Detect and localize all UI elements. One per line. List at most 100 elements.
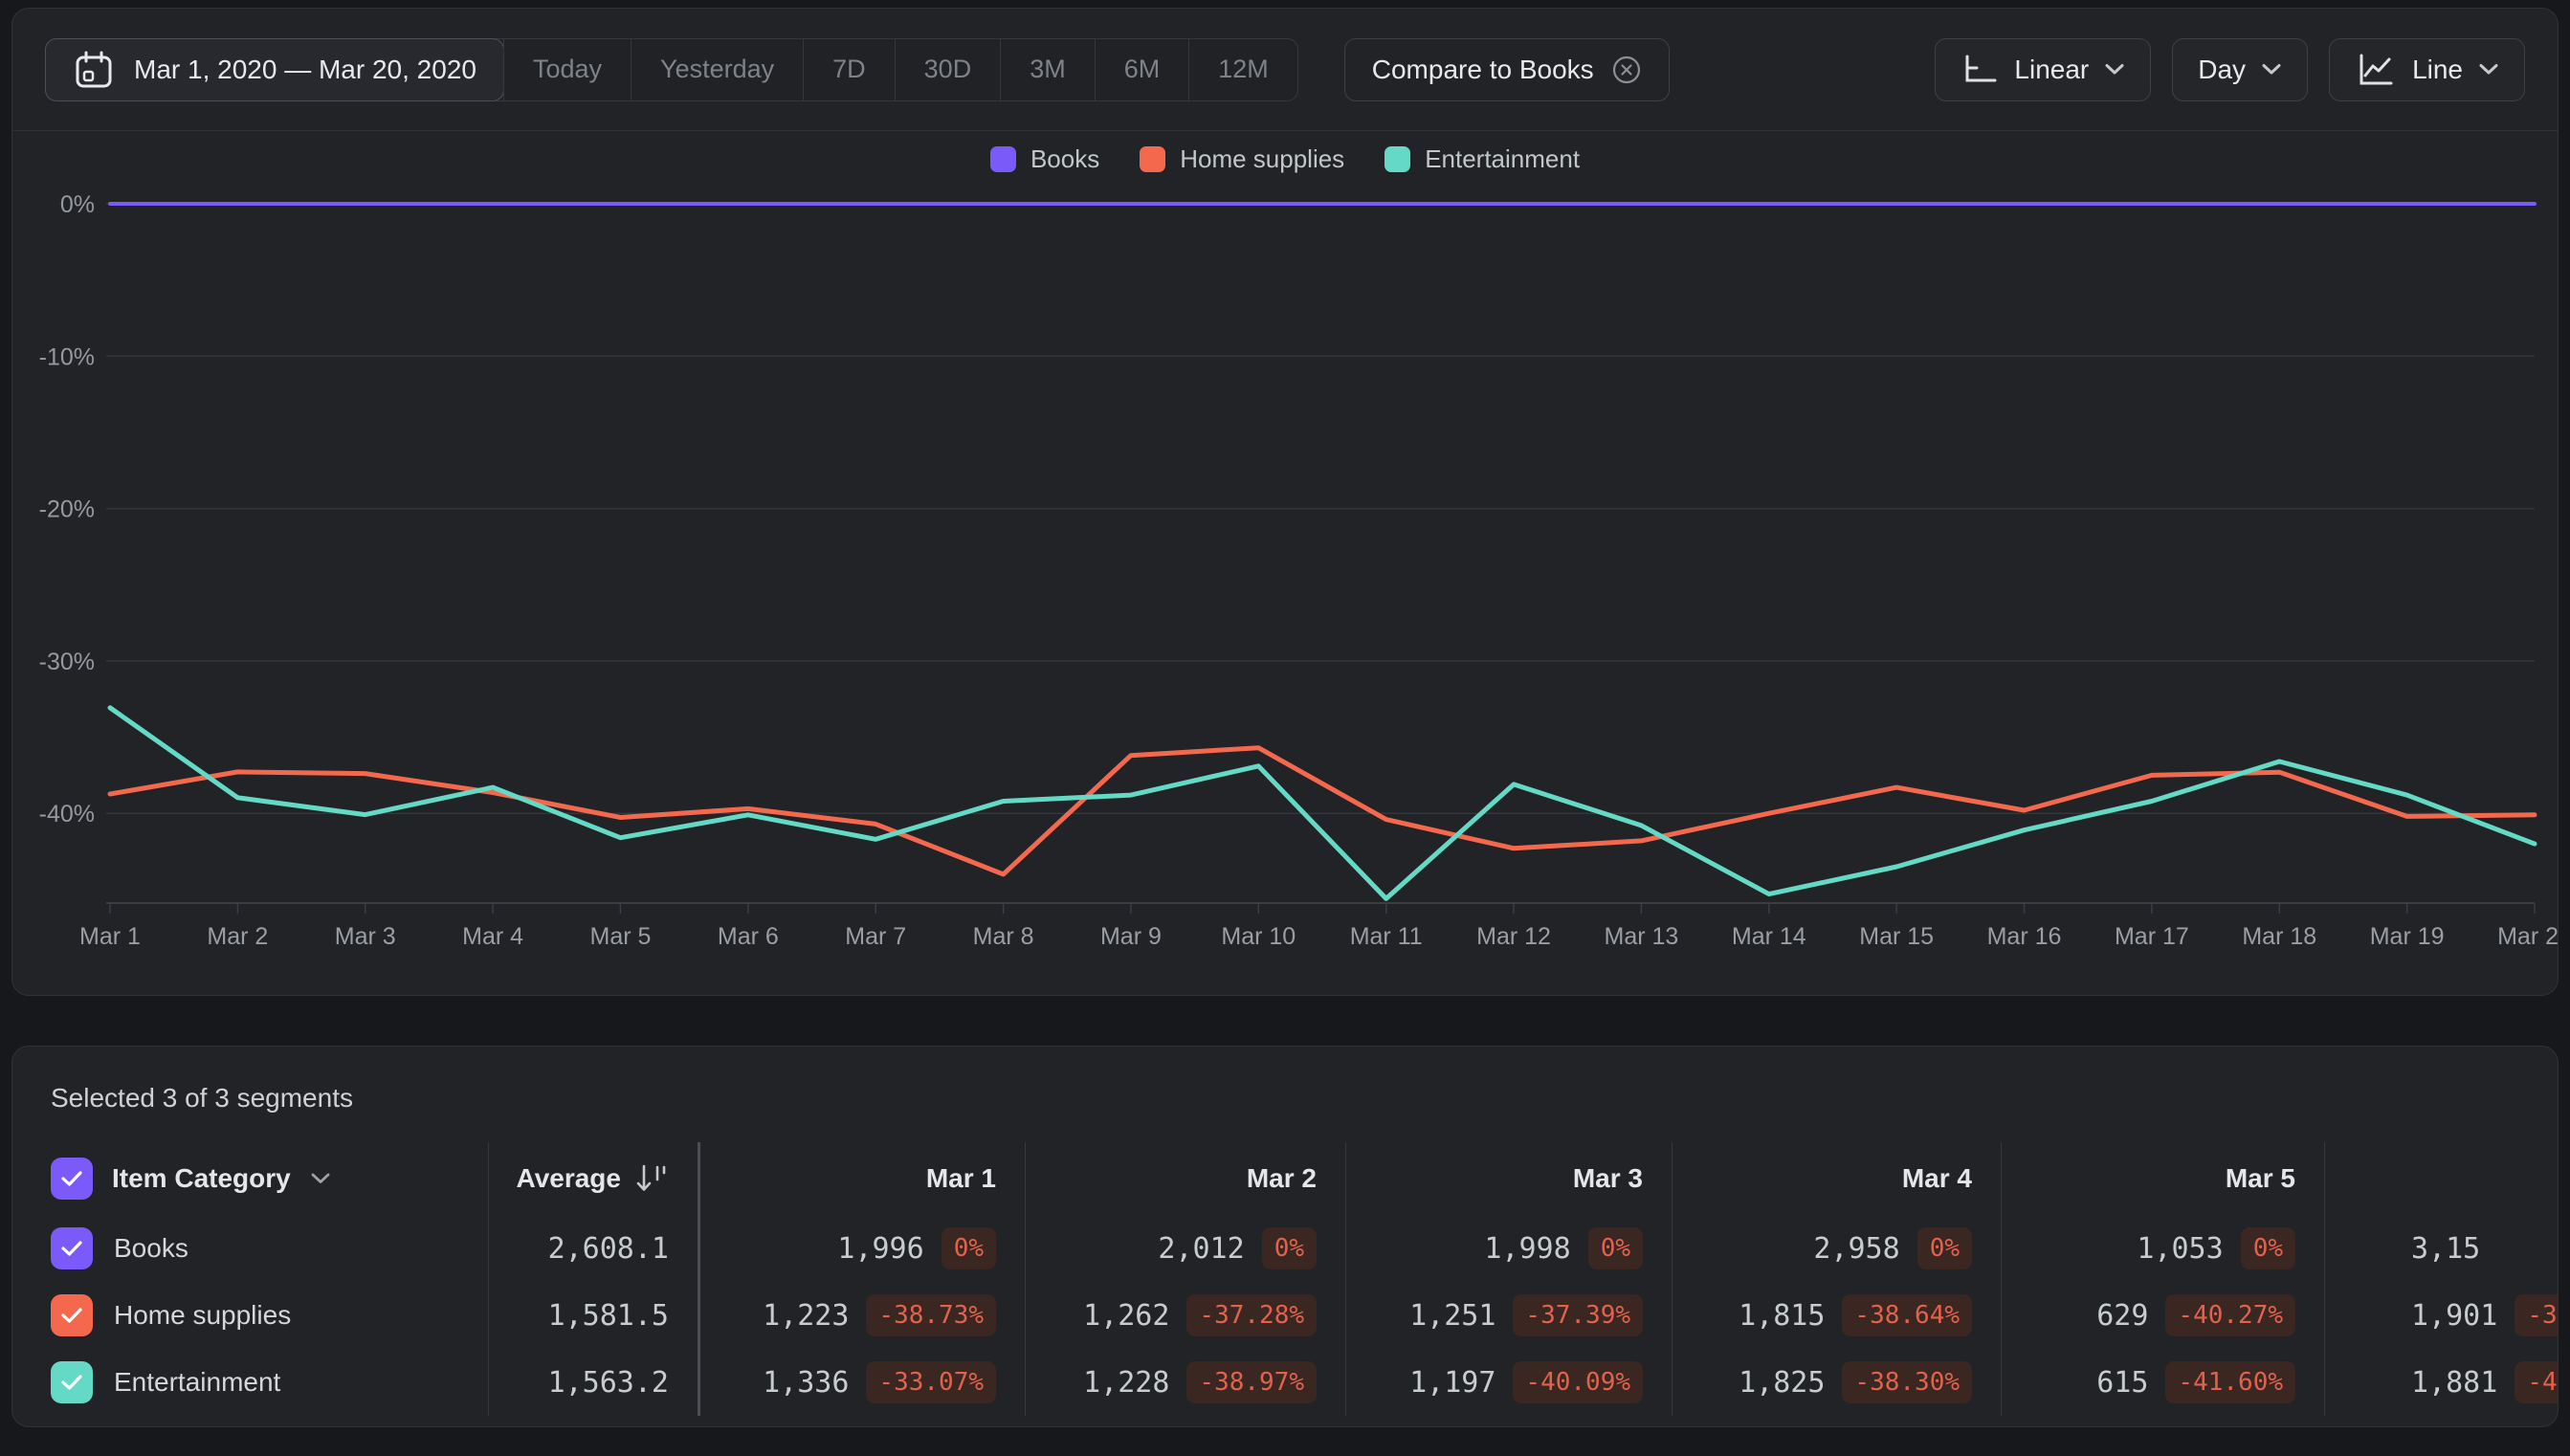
- cell-value: 1,053: [2137, 1231, 2224, 1266]
- sort-descending-icon[interactable]: [634, 1162, 669, 1195]
- y-axis-label: -10%: [39, 343, 95, 370]
- y-axis-label: 0%: [60, 191, 95, 218]
- cell-value: 615: [2096, 1365, 2149, 1400]
- select-all-checkbox[interactable]: [51, 1158, 93, 1200]
- average-label: Average: [516, 1163, 621, 1193]
- series-line-entertainment: [107, 705, 2537, 901]
- check-icon: [61, 1241, 82, 1256]
- value-cell: 1,996 0%: [698, 1215, 1025, 1282]
- value-cell: 2,012 0%: [1025, 1215, 1345, 1282]
- header-mar-5[interactable]: Mar 5: [2001, 1142, 2324, 1215]
- average-value: 2,608.1: [547, 1231, 669, 1266]
- x-axis-label: Mar 11: [1350, 923, 1423, 950]
- cell-value: 1,998: [1484, 1231, 1571, 1266]
- x-axis-label: Mar 8: [973, 923, 1034, 950]
- x-axis-label: Mar 20: [2497, 923, 2558, 950]
- row-header-entertainment: Entertainment: [12, 1349, 488, 1416]
- header-item-category[interactable]: Item Category: [12, 1142, 488, 1215]
- column-label: Mar 5: [2225, 1163, 2295, 1193]
- average-cell-home-supplies: 1,581.5: [488, 1282, 698, 1349]
- header-mar-3[interactable]: Mar 3: [1345, 1142, 1672, 1215]
- x-axis-label: Mar 14: [1732, 923, 1806, 950]
- x-axis-label: Mar 6: [718, 923, 779, 950]
- percent-change-badge: -37.28%: [1186, 1294, 1317, 1336]
- header-partial-column: [2324, 1142, 2558, 1215]
- percent-change-badge: -40.09%: [1513, 1361, 1643, 1403]
- chart-panel: Mar 1, 2020 — Mar 20, 2020 Today Yesterda…: [11, 8, 2559, 996]
- chart-canvas: 0% -10% -20% -30% -40% Mar 1 Mar 2 Mar 3 Mar 4 Ma…: [39, 191, 2558, 950]
- item-category-label: Item Category: [112, 1163, 291, 1193]
- cell-value: 1,251: [1409, 1298, 1496, 1333]
- cell-value: 1,825: [1739, 1365, 1826, 1400]
- value-cell: 615 -41.60%: [2001, 1349, 2324, 1416]
- column-label: Mar 2: [1246, 1163, 1317, 1193]
- value-cell: 629 -40.27%: [2001, 1282, 2324, 1349]
- cell-value: 1,197: [1409, 1365, 1496, 1400]
- percent-change-badge: 0%: [941, 1227, 996, 1269]
- percent-change-badge: 0%: [1261, 1227, 1317, 1269]
- row-label: Entertainment: [114, 1367, 281, 1397]
- row-header-home-supplies: Home supplies: [12, 1282, 488, 1349]
- cell-value: 1,901: [2411, 1298, 2498, 1333]
- average-cell-entertainment: 1,563.2: [488, 1349, 698, 1416]
- value-cell-clipped: 1,901 -3: [2324, 1282, 2558, 1349]
- value-cell: 1,053 0%: [2001, 1215, 2324, 1282]
- percent-change-badge: -40.27%: [2165, 1294, 2295, 1336]
- header-mar-4[interactable]: Mar 4: [1672, 1142, 2001, 1215]
- x-axis-label: Mar 7: [845, 923, 906, 950]
- cell-value: 2,012: [1158, 1231, 1245, 1266]
- check-icon: [61, 1308, 82, 1323]
- column-label: Mar 1: [925, 1163, 996, 1193]
- analytics-dashboard: { "toolbar": { "date_range": "Mar 1, 202…: [0, 0, 2570, 1456]
- value-cell: 1,262 -37.28%: [1025, 1282, 1345, 1349]
- value-cell: 1,825 -38.30%: [1672, 1349, 2001, 1416]
- percent-change-badge: 0%: [1916, 1227, 1972, 1269]
- check-icon: [61, 1375, 82, 1390]
- chevron-down-icon: [310, 1172, 331, 1185]
- segments-panel: Selected 3 of 3 segments Item Category Av…: [11, 1046, 2559, 1427]
- row-checkbox-books[interactable]: [51, 1227, 93, 1269]
- row-header-books: Books: [12, 1215, 488, 1282]
- value-cell-clipped: 1,881 -4: [2324, 1349, 2558, 1416]
- x-axis-label: Mar 2: [207, 923, 268, 950]
- percent-change-badge: -33.07%: [866, 1361, 996, 1403]
- row-label: Books: [114, 1233, 188, 1263]
- percent-change-badge: -38.30%: [1842, 1361, 1972, 1403]
- header-mar-2[interactable]: Mar 2: [1025, 1142, 1345, 1215]
- header-mar-1[interactable]: Mar 1: [698, 1142, 1025, 1215]
- check-icon: [61, 1171, 82, 1186]
- cell-value: 2,958: [1813, 1231, 1900, 1266]
- cell-value: 1,336: [763, 1365, 850, 1400]
- value-cell-clipped: 3,15: [2324, 1215, 2558, 1282]
- row-checkbox-home-supplies[interactable]: [51, 1294, 93, 1336]
- x-axis-label: Mar 5: [590, 923, 652, 950]
- average-cell-books: 2,608.1: [488, 1215, 698, 1282]
- cell-value: 1,815: [1739, 1298, 1826, 1333]
- x-axis-label: Mar 12: [1476, 923, 1551, 950]
- y-axis-label: -20%: [39, 496, 95, 523]
- y-axis-label: -30%: [39, 649, 95, 675]
- value-cell: 1,336 -33.07%: [698, 1349, 1025, 1416]
- x-axis-label: Mar 4: [462, 923, 523, 950]
- cell-value: 1,228: [1083, 1365, 1170, 1400]
- header-average[interactable]: Average: [488, 1142, 698, 1215]
- x-axis-label: Mar 10: [1221, 923, 1296, 950]
- row-label: Home supplies: [114, 1300, 292, 1330]
- segments-table[interactable]: Item Category Average Mar 1 Mar 2 Mar 3 Mar 4…: [12, 1142, 2558, 1416]
- selected-segments-text: Selected 3 of 3 segments: [51, 1083, 353, 1113]
- x-axis-label: Mar 16: [1987, 923, 2062, 950]
- percent-change-badge: -38.73%: [866, 1294, 996, 1336]
- x-axis-label: Mar 1: [79, 923, 141, 950]
- cell-value: 1,996: [837, 1231, 924, 1266]
- percent-change-badge: -41.60%: [2165, 1361, 2295, 1403]
- average-value: 1,581.5: [547, 1298, 669, 1333]
- x-axis-label: Mar 13: [1605, 923, 1679, 950]
- x-axis-label: Mar 19: [2370, 923, 2445, 950]
- column-label: Mar 3: [1572, 1163, 1643, 1193]
- cell-value: 629: [2096, 1298, 2149, 1333]
- x-axis-label: Mar 18: [2242, 923, 2316, 950]
- average-value: 1,563.2: [547, 1365, 669, 1400]
- percent-change-badge: 0%: [2240, 1227, 2295, 1269]
- row-checkbox-entertainment[interactable]: [51, 1361, 93, 1403]
- x-axis-label: Mar 3: [335, 923, 396, 950]
